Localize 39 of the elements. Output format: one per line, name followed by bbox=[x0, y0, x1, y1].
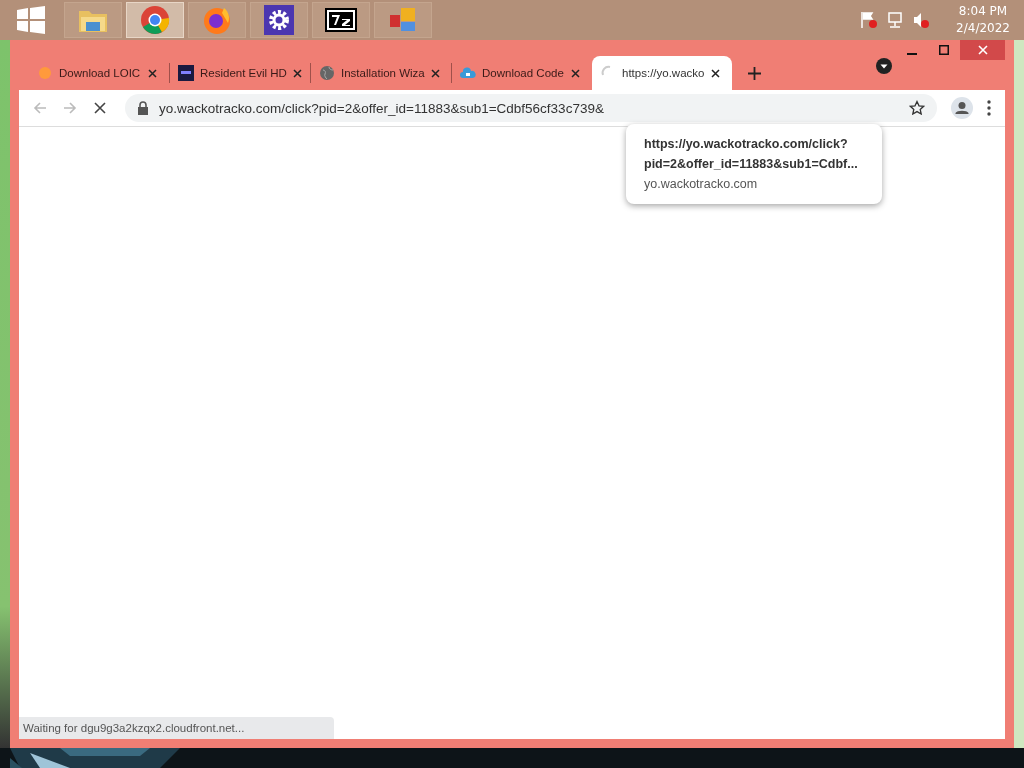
tooltip-title: https://yo.wackotracko.com/click? pid=2&offer_id=11883&sub1=Cdbf... bbox=[644, 136, 859, 173]
settings-icon bbox=[264, 5, 294, 35]
close-tab-icon[interactable] bbox=[711, 68, 720, 78]
flag-icon bbox=[860, 11, 879, 29]
browser-tab[interactable]: Resident Evil HD bbox=[170, 56, 310, 90]
tooltip-domain: yo.wackotracko.com bbox=[644, 176, 759, 193]
archive-icon bbox=[325, 8, 357, 32]
favicon-icon bbox=[178, 65, 194, 81]
windows-logo-icon bbox=[17, 6, 45, 34]
minimize-icon bbox=[907, 53, 917, 55]
clock-date: 2/4/2022 bbox=[956, 20, 1010, 37]
address-bar[interactable]: yo.wackotracko.com/click?pid=2&offer_id=11883&sub1=Cdbf56cf33c739& bbox=[125, 94, 937, 122]
close-tab-icon[interactable] bbox=[148, 68, 157, 78]
lock-icon bbox=[137, 101, 149, 115]
tab-search-icon[interactable] bbox=[876, 58, 892, 74]
muted-speaker-icon bbox=[912, 11, 931, 29]
menu-icon[interactable] bbox=[987, 100, 991, 116]
maximize-icon bbox=[939, 45, 949, 55]
bookmark-star-icon[interactable] bbox=[909, 100, 925, 116]
close-tab-icon[interactable] bbox=[292, 68, 302, 78]
browser-tab[interactable]: https://yo.wacko bbox=[592, 56, 732, 90]
close-tab-icon[interactable] bbox=[430, 68, 440, 78]
clock-time: 8:04 PM bbox=[958, 3, 1008, 20]
browser-tab[interactable]: Installation Wiza bbox=[311, 56, 451, 90]
taskbar-app[interactable] bbox=[250, 2, 308, 38]
favicon-icon bbox=[37, 65, 53, 81]
profile-icon[interactable] bbox=[951, 97, 973, 119]
status-bubble: Waiting for dgu9g3a2kzqx2.cloudfront.net... bbox=[19, 717, 335, 739]
browser-tab[interactable]: Download Code bbox=[452, 56, 592, 90]
cloud-lock-icon bbox=[460, 65, 476, 81]
chrome-icon bbox=[140, 5, 170, 35]
network-icon bbox=[886, 11, 905, 29]
browser-tab[interactable]: Download LOIC bbox=[29, 56, 169, 90]
taskbar-app[interactable] bbox=[312, 2, 370, 38]
new-tab-button[interactable] bbox=[748, 66, 761, 80]
close-icon bbox=[977, 45, 988, 55]
firefox-icon bbox=[202, 5, 232, 35]
globe-icon bbox=[319, 65, 335, 81]
close-tab-icon[interactable] bbox=[571, 68, 580, 78]
